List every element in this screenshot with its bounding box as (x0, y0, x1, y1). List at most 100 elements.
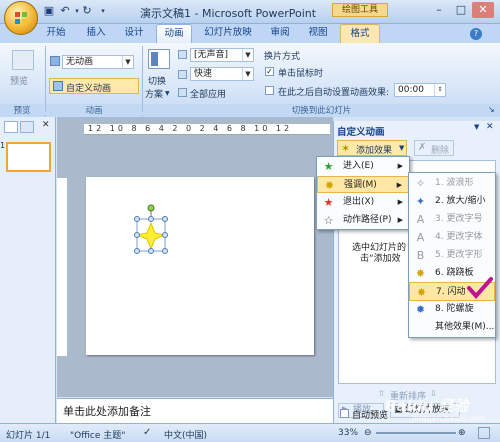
pane-options-icon[interactable]: ▼ (474, 123, 479, 131)
outline-tab-icon[interactable] (20, 121, 34, 133)
slides-tab-icon[interactable] (4, 121, 18, 133)
apply-all-button[interactable]: 全部应用 (190, 87, 226, 100)
watermark: Baidu 经验 (385, 397, 469, 415)
effect-label: 4. 更改字体 (435, 232, 483, 242)
remove-icon: ✗ (418, 142, 427, 153)
effect-icon: A (416, 231, 425, 244)
fit-window-icon[interactable] (478, 427, 490, 439)
auto-time-spinner[interactable]: 00:00 ⇕ (394, 83, 446, 97)
star-burst-icon: ✸ (324, 179, 335, 192)
tab-design[interactable]: 设计 (118, 24, 150, 43)
remove-button[interactable]: ✗ 删除 (414, 140, 454, 156)
reorder-up-icon[interactable]: ⇧ (378, 389, 385, 398)
tab-insert[interactable]: 插入 (80, 24, 112, 43)
effect-icon: ✹ (415, 303, 426, 316)
advance-slide-title: 换片方式 (264, 52, 301, 62)
help-icon[interactable]: ? (470, 28, 482, 40)
chevron-down-icon: ▼ (242, 68, 253, 80)
qat-customize-icon[interactable]: ▾ (96, 4, 110, 18)
zoom-out-icon[interactable]: ⊖ (364, 428, 372, 438)
spellcheck-icon[interactable]: ✓ (143, 427, 151, 438)
effect-icon: ✦ (415, 195, 426, 208)
notes-pane[interactable]: 单击此处添加备注 (57, 398, 333, 423)
status-theme: "Office 主题" (70, 431, 126, 441)
transition-scheme-icon (148, 49, 170, 69)
minimize-icon[interactable]: – (428, 2, 450, 18)
star-shape[interactable] (131, 203, 171, 261)
effect-more[interactable]: 其他效果(M)... (409, 318, 495, 337)
autopreview-checkbox[interactable] (340, 409, 349, 418)
tab-slideshow[interactable]: 幻灯片放映 (198, 24, 258, 43)
group-transition-label: 切换到此幻灯片 (143, 104, 500, 116)
menu-item-label: 动作路径(P) (343, 215, 392, 225)
tab-animations[interactable]: 动画 (156, 24, 192, 43)
effect-label: 7. 闪动 (436, 287, 466, 297)
effect-label: 2. 放大/缩小 (435, 196, 486, 206)
tab-format[interactable]: 格式 (340, 24, 380, 43)
remove-label: 删除 (431, 146, 450, 156)
animation-combo-value: 无动画 (66, 57, 94, 67)
effect-icon: ✸ (415, 267, 426, 280)
menu-item-entrance[interactable]: ★ 进入(E) ▶ (317, 158, 409, 175)
chevron-down-icon: ▼ (399, 144, 405, 152)
spinner-icon: ⇕ (434, 84, 445, 96)
effect-label: 3. 更改字号 (435, 214, 483, 224)
star-red-icon: ★ (323, 196, 334, 209)
auto-after-checkbox[interactable] (265, 86, 274, 95)
add-effect-label: 添加效果 (356, 146, 393, 156)
speed-combo[interactable]: 快速 ▼ (190, 67, 254, 81)
office-button[interactable] (4, 1, 38, 35)
divider (45, 46, 46, 112)
effect-spin[interactable]: ✹ 8. 陀螺旋 (409, 300, 495, 319)
custom-animation-button[interactable]: 自定义动画 (49, 78, 139, 94)
menu-item-motion-path[interactable]: ☆ 动作路径(P) ▶ (317, 212, 409, 229)
chevron-down-icon: ▼ (122, 56, 133, 68)
effect-font[interactable]: A 4. 更改字体 (409, 228, 495, 247)
sound-combo[interactable]: [无声音] ▼ (190, 48, 254, 62)
close-panel-icon[interactable]: ✕ (42, 120, 50, 130)
effect-grow-shrink[interactable]: ✦ 2. 放大/缩小 (409, 192, 495, 211)
save-icon[interactable]: ▣ (42, 4, 56, 18)
effect-font-style[interactable]: B 5. 更改字形 (409, 246, 495, 265)
ruler-numbers: 12 10 8 6 4 2 0 2 4 6 8 10 12 (88, 124, 293, 133)
slide-thumbnail[interactable] (6, 142, 51, 172)
transition-label-2[interactable]: 方案 (145, 87, 163, 100)
menu-item-exit[interactable]: ★ 退出(X) ▶ (317, 194, 409, 211)
zoom-level[interactable]: 33% (338, 428, 358, 438)
watermark-url: jingyan.baidu.com (412, 414, 486, 423)
maximize-icon[interactable]: □ (450, 2, 472, 18)
effect-label: 其他效果(M)... (435, 322, 495, 332)
effect-wave[interactable]: ✧ 1. 波浪形 (409, 174, 495, 193)
office-logo-icon (15, 12, 27, 24)
effect-icon: B (416, 249, 425, 262)
tab-home[interactable]: 开始 (40, 24, 72, 43)
effect-icon: A (416, 213, 425, 226)
redo-icon[interactable]: ↻ (80, 4, 94, 18)
transition-label-1[interactable]: 切换 (148, 74, 166, 87)
on-click-checkbox[interactable]: ✓ (265, 67, 274, 76)
tab-review[interactable]: 审阅 (264, 24, 296, 43)
effect-icon: ✧ (415, 177, 426, 190)
close-icon[interactable]: ✕ (472, 2, 494, 18)
star-green-icon: ★ (323, 160, 334, 173)
animation-combo[interactable]: 无动画 ▼ (62, 55, 134, 69)
effect-label: 5. 更改字形 (435, 250, 483, 260)
chevron-down-icon: ▼ (165, 90, 170, 97)
emphasis-submenu: ✧ 1. 波浪形 ✦ 2. 放大/缩小 A 3. 更改字号 A 4. 更改字体 B 5. … (408, 172, 496, 338)
slide-canvas[interactable] (86, 177, 314, 355)
preview-button[interactable]: 预览 (10, 74, 28, 87)
add-effect-button[interactable]: ✶ 添加效果 ▼ (337, 140, 407, 156)
zoom-in-icon[interactable]: ⊕ (458, 428, 466, 438)
animate-icon (50, 56, 60, 66)
effect-font-size[interactable]: A 3. 更改字号 (409, 210, 495, 229)
menu-item-emphasis[interactable]: ✸ 强调(M) ▶ (317, 176, 409, 193)
menu-item-label: 退出(X) (343, 197, 375, 207)
close-pane-icon[interactable]: ✕ (486, 122, 494, 132)
chevron-right-icon: ▶ (396, 181, 402, 189)
hint-text-2: 击“添加效 (360, 254, 401, 264)
zoom-slider[interactable] (376, 432, 456, 434)
dialog-launcher-icon[interactable]: ↘ (488, 105, 495, 114)
group-preview-label: 预览 (0, 104, 44, 116)
tab-view[interactable]: 视图 (302, 24, 334, 43)
speed-icon (178, 70, 187, 79)
